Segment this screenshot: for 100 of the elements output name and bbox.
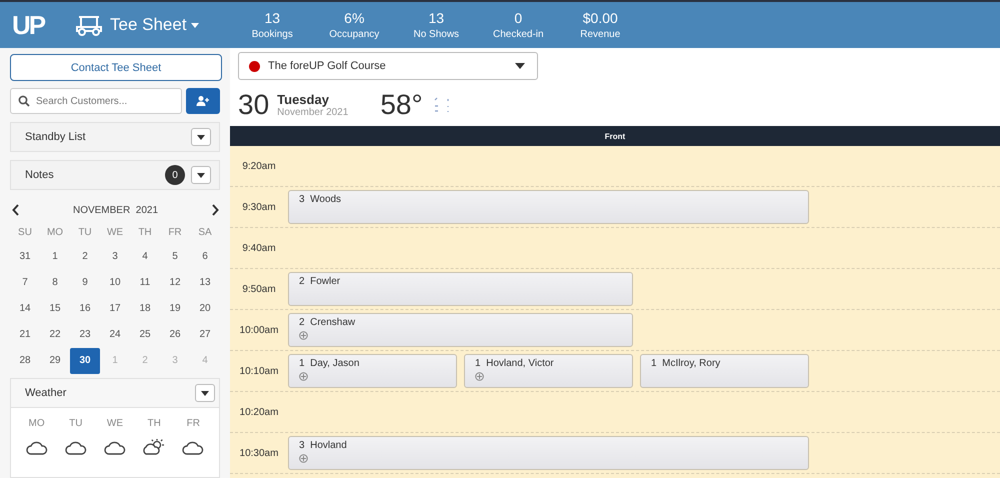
calendar-day[interactable]: 4 [130, 244, 160, 270]
caret-icon [201, 390, 209, 396]
cloud-icon [104, 439, 126, 455]
calendar-day[interactable]: 19 [160, 296, 190, 322]
calendar-day[interactable]: 27 [190, 322, 220, 348]
booking-name: 3 Hovland [299, 440, 347, 451]
weekday-label: WE [106, 418, 124, 429]
weekday-label: TH [137, 226, 153, 240]
cloud-icon [64, 439, 87, 455]
calendar-day[interactable]: 2 [70, 244, 100, 270]
caret-icon [191, 23, 200, 28]
calendar-day[interactable]: 23 [70, 322, 100, 348]
booking-card[interactable]: 2 Fowler [288, 272, 633, 306]
search-field[interactable]: Search Customers... [10, 88, 182, 114]
calendar-day[interactable]: 6 [190, 244, 220, 270]
booking-card[interactable]: 1 McIlroy, Rory [640, 354, 809, 388]
tee-time-row[interactable]: 10:10am 1 Day, Jason 1 Hovland, Victor 1 McIlroy, Rory [230, 351, 1000, 392]
calendar-day[interactable]: 3 [100, 244, 130, 270]
tee-time-row[interactable]: 10:30am 3 Hovland [230, 433, 1000, 474]
calendar-day[interactable]: 5 [160, 244, 190, 270]
booking-card[interactable]: 2 Crenshaw [288, 313, 633, 347]
weekday: Tuesday [277, 92, 330, 107]
tee-time-row[interactable]: 9:30am 3 Woods [230, 187, 1000, 228]
booking-card[interactable]: 3 Hovland [288, 436, 809, 470]
dropdown-button[interactable] [191, 166, 211, 184]
logo[interactable]: UP [12, 10, 52, 40]
calendar-day[interactable]: 22 [40, 322, 70, 348]
booking-name: 2 Fowler [299, 276, 340, 287]
tee-time-row[interactable]: 9:50am 2 Fowler [230, 269, 1000, 310]
calendar-day[interactable]: 21 [10, 322, 40, 348]
weekday-label: TH [147, 418, 161, 429]
weekday-label: FR [167, 226, 183, 240]
calendar-day[interactable]: 9 [70, 270, 100, 296]
calendar-day[interactable]: 29 [40, 348, 70, 374]
calendar-day[interactable]: 24 [100, 322, 130, 348]
tee-time-row[interactable]: 9:20am [230, 146, 1000, 187]
weekday-label: FR [186, 418, 200, 429]
calendar-day[interactable]: 8 [40, 270, 70, 296]
stat-value: 0 [514, 10, 522, 26]
caret-icon [515, 63, 525, 69]
weekday-label: TU [77, 226, 93, 240]
caret-icon [197, 172, 205, 178]
add-customer-button[interactable] [186, 88, 220, 114]
weekday-label: MO [46, 226, 64, 240]
calendar-day[interactable]: 16 [70, 296, 100, 322]
add-person-icon [196, 95, 210, 107]
weekday-label: WE [106, 226, 124, 240]
stat-value: $0.00 [582, 10, 618, 26]
calendar-day[interactable]: 15 [40, 296, 70, 322]
tee-time-row[interactable]: 9:40am [230, 228, 1000, 269]
stat-label: Revenue [580, 29, 620, 40]
calendar-day[interactable]: 25 [130, 322, 160, 348]
calendar-day[interactable]: 17 [100, 296, 130, 322]
booking-card[interactable]: 3 Woods [288, 190, 809, 224]
dropdown-button[interactable] [191, 128, 211, 146]
panel-title: Weather [25, 387, 68, 399]
tee-time: 10:20am [238, 406, 280, 418]
calendar-day[interactable]: 12 [160, 270, 190, 296]
tee-time-row[interactable]: 10:00am 2 Crenshaw [230, 310, 1000, 351]
golf-cart-icon [74, 14, 104, 36]
temperature: 58° [380, 89, 423, 121]
tee-time: 10:10am [238, 366, 280, 376]
booking-name: 1 McIlroy, Rory [651, 358, 720, 369]
panel-title: Notes [25, 169, 55, 181]
weekday-label: SU [17, 226, 33, 240]
calendar-day[interactable]: 10 [100, 270, 130, 296]
tee-time-row[interactable]: 10:20am [230, 392, 1000, 433]
stat-label: Checked-in [492, 29, 544, 40]
tee-sheet-menu[interactable]: Tee Sheet [110, 15, 200, 35]
tee-time: 9:30am [241, 202, 277, 212]
calendar-day[interactable]: 1 [40, 244, 70, 270]
contact-button[interactable]: Contact Tee Sheet [10, 54, 222, 81]
dropdown-button[interactable] [195, 384, 215, 402]
calendar-day[interactable]: 31 [10, 244, 40, 270]
calendar-day[interactable]: 20 [190, 296, 220, 322]
previous-month-button[interactable] [12, 204, 20, 216]
booking-card[interactable]: 1 Hovland, Victor [464, 354, 633, 388]
next-month-button[interactable] [210, 204, 219, 216]
booking-card[interactable]: 1 Day, Jason [288, 354, 457, 388]
calendar-day[interactable]: 26 [160, 322, 190, 348]
column-title: Front [604, 132, 626, 140]
calendar-day[interactable]: 7 [10, 270, 40, 296]
weekday-label: MO [28, 418, 45, 429]
calendar-day[interactable]: 18 [130, 296, 160, 322]
calendar-day[interactable]: 28 [10, 348, 40, 374]
tee-time: 10:00am [238, 324, 280, 336]
caret-icon [197, 134, 205, 140]
booking-name: 2 Crenshaw [299, 317, 356, 328]
calendar-day[interactable]: 30 [70, 348, 100, 374]
booking-name: 1 Hovland, Victor [475, 358, 554, 369]
calendar-day[interactable]: 13 [190, 270, 220, 296]
booking-name: 1 Day, Jason [299, 358, 360, 369]
calendar-day[interactable]: 11 [130, 270, 160, 296]
stat-value: 13 [428, 10, 444, 26]
course-select[interactable]: The foreUP Golf Course [238, 52, 538, 80]
stat-value: 6% [344, 10, 364, 26]
search-icon [18, 95, 30, 107]
count-badge: 0 [165, 165, 185, 185]
calendar-day[interactable]: 14 [10, 296, 40, 322]
weekday-label: TU [69, 418, 82, 429]
